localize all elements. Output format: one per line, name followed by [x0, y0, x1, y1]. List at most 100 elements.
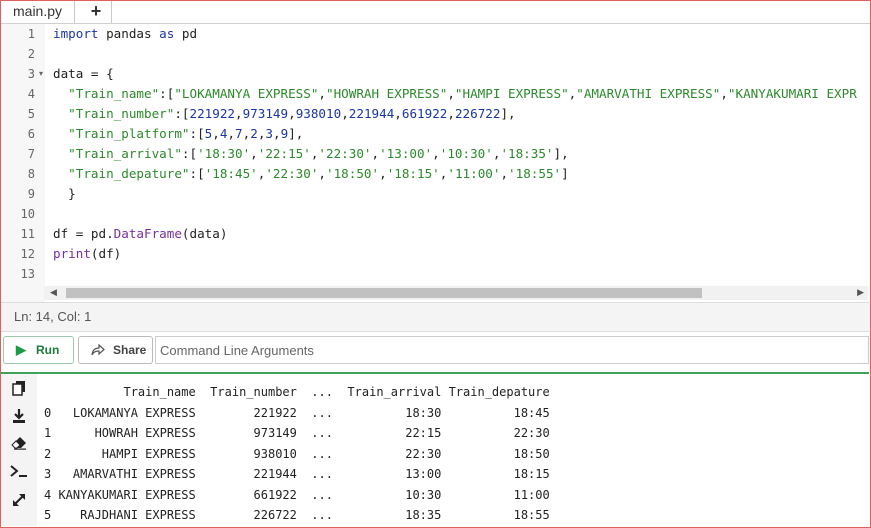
code-token: ,: [318, 86, 326, 101]
line-number: 2: [27, 47, 35, 61]
code-token: "Train_depature": [68, 166, 190, 181]
code-line[interactable]: "Train_number":[221922,973149,938010,221…: [53, 104, 869, 124]
code-editor[interactable]: 1 import pandas as pd 2 3 ▾ data = {4 "Train_…: [1, 24, 869, 302]
code-token: '18:45': [204, 166, 258, 181]
code-token: pandas: [98, 26, 160, 41]
output-line: 2 HAMPI EXPRESS 938010 ... 22:30 18:50: [44, 446, 550, 461]
line-number: 10: [20, 207, 35, 221]
code-token: '18:30': [197, 146, 251, 161]
code-token: ,: [379, 166, 387, 181]
code-line[interactable]: "Train_name":["LOKAMANYA EXPRESS","HOWRA…: [53, 84, 869, 104]
code-token: 2: [250, 126, 258, 141]
terminal-icon[interactable]: [10, 464, 28, 482]
code-token: "Train_platform": [68, 126, 190, 141]
code-token: "Train_arrival": [68, 146, 182, 161]
line-number: 11: [20, 227, 35, 241]
code-token: '10:30': [439, 146, 493, 161]
code-line[interactable]: "Train_depature":['18:45','22:30','18:50…: [53, 164, 869, 184]
code-token: 938010: [295, 106, 342, 121]
share-button[interactable]: Share: [78, 336, 153, 364]
code-token: '18:15': [386, 166, 440, 181]
code-token: ,: [212, 126, 220, 141]
code-token: "AMARVATHI EXPRESS": [576, 86, 721, 101]
code-token: ,: [250, 146, 258, 161]
cursor-position: Ln: 14, Col: 1: [14, 309, 92, 324]
code-token: 221944: [348, 106, 395, 121]
share-icon: [91, 337, 105, 365]
line-number: 5: [27, 107, 35, 121]
code-line[interactable]: import pandas as pd: [53, 24, 869, 44]
code-token: "Train_name": [68, 86, 160, 101]
code-token: 973149: [242, 106, 289, 121]
code-token: "KANYAKUMARI EXPR: [727, 86, 857, 101]
code-token: 226722: [454, 106, 501, 121]
code-token: print: [53, 246, 91, 261]
tab-main-py[interactable]: main.py: [1, 1, 75, 23]
code-line[interactable]: data = {: [53, 64, 869, 84]
code-token: '18:35': [500, 146, 554, 161]
code-token: ,: [288, 106, 296, 121]
code-token: 3: [265, 126, 274, 141]
code-token: 661922: [401, 106, 448, 121]
code-line[interactable]: }: [53, 184, 869, 204]
download-icon[interactable]: [10, 408, 28, 426]
scrollbar-thumb[interactable]: [66, 288, 702, 298]
fold-arrow-icon[interactable]: ▾: [39, 64, 43, 84]
code-token: ,: [273, 126, 281, 141]
line-number: 12: [20, 247, 35, 261]
code-token: "HAMPI EXPRESS": [454, 86, 569, 101]
output-line: 3 AMARVATHI EXPRESS 221944 ... 13:00 18:…: [44, 467, 550, 481]
code-token: pd: [174, 26, 198, 41]
code-token: ,: [447, 86, 455, 101]
output-line: 0 LOKAMANYA EXPRESS 221922 ... 18:30 18:…: [44, 405, 550, 420]
code-line[interactable]: print(df): [53, 244, 869, 264]
code-token: data = {: [53, 66, 114, 81]
output-line: Train_name Train_number ... Train_arriva…: [44, 385, 550, 399]
add-tab-button[interactable]: +: [81, 1, 112, 23]
code-token: 7: [235, 126, 243, 141]
code-token: ,: [394, 106, 402, 121]
line-number: 6: [27, 127, 35, 141]
code-token: ,: [341, 106, 349, 121]
share-label: Share: [113, 343, 147, 357]
scroll-right-icon[interactable]: ▶: [857, 287, 864, 298]
expand-icon[interactable]: [10, 492, 28, 510]
code-token: ,: [720, 86, 728, 101]
code-token: 221922: [189, 106, 236, 121]
output-sidebar: [1, 374, 37, 526]
code-token: :[: [181, 146, 198, 161]
line-number: 7: [27, 147, 35, 161]
command-line-arguments-input[interactable]: [155, 336, 869, 364]
code-token: ,: [447, 106, 455, 121]
code-token: "HOWRAH EXPRESS": [326, 86, 448, 101]
scroll-left-icon[interactable]: ◀: [50, 287, 57, 298]
code-token: as: [159, 26, 175, 41]
code-token: "Train_number": [68, 106, 175, 121]
code-token: ,: [371, 146, 380, 161]
code-token: '11:00': [447, 166, 501, 181]
output-line: 1 HOWRAH EXPRESS 973149 ... 22:15 22:30: [44, 426, 550, 440]
code-token: :[: [189, 126, 205, 141]
code-token: :[: [174, 106, 190, 121]
code-line[interactable]: "Train_platform":[5,4,7,2,3,9],: [53, 124, 869, 144]
code-token: import: [53, 26, 99, 41]
play-icon: ▶: [16, 342, 26, 357]
line-number: 4: [27, 87, 35, 101]
run-button[interactable]: ▶ Run: [3, 336, 74, 364]
eraser-icon[interactable]: [10, 436, 28, 454]
code-token: DataFrame: [113, 226, 182, 241]
console-output: Train_name Train_number ... Train_arriva…: [38, 374, 868, 526]
code-token: (data): [181, 226, 228, 241]
horizontal-scrollbar[interactable]: ◀ ▶: [44, 286, 868, 300]
code-token: '18:55': [508, 166, 562, 181]
code-token: '18:50': [326, 166, 380, 181]
copy-icon[interactable]: [10, 380, 28, 398]
tab-bar: main.py +: [1, 1, 870, 24]
code-line[interactable]: df = pd.DataFrame(data): [53, 224, 869, 244]
code-line[interactable]: "Train_arrival":['18:30','22:15','22:30'…: [53, 144, 869, 164]
code-token: '22:30': [318, 146, 372, 161]
line-number: 1: [27, 27, 35, 41]
output-line: 4 KANYAKUMARI EXPRESS 661922 ... 10:30 1…: [44, 487, 550, 502]
